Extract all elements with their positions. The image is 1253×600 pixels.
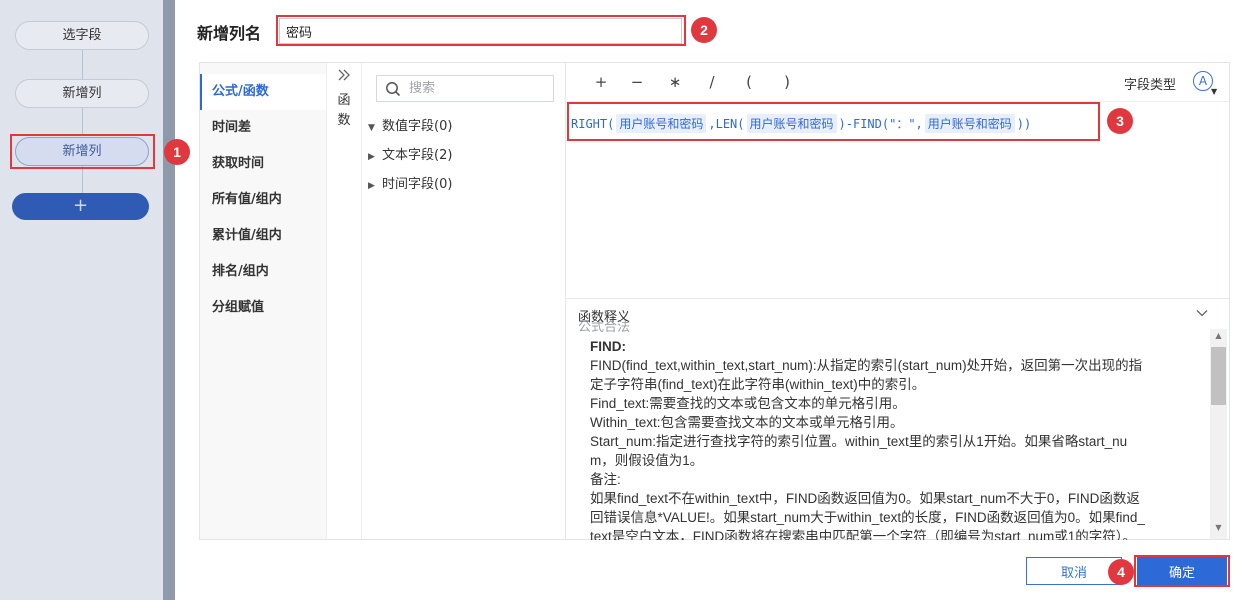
left-paren-button[interactable]: (	[737, 71, 761, 93]
field-search-input[interactable]	[409, 79, 549, 98]
tree-node-time[interactable]: ▶ 时间字段(0)	[368, 174, 452, 196]
scrollbar-thumb[interactable]	[1211, 347, 1226, 405]
add-step-button[interactable]: +	[12, 193, 149, 220]
highlight-box-3	[567, 102, 1100, 141]
annotation-badge-3: 3	[1107, 108, 1133, 134]
tree-node-label: 文本字段(2)	[382, 148, 453, 163]
function-category-list: 公式/函数 时间差 获取时间 所有值/组内 累计值/组内 排名/组内 分组赋值	[200, 63, 327, 539]
operator-toolbar: + − ∗ / ( ) 字段类型 A ▼	[566, 63, 1229, 101]
double-chevron-right-icon[interactable]	[327, 69, 361, 85]
category-cumulative[interactable]: 累计值/组内	[200, 218, 326, 254]
field-type-label: 字段类型	[1124, 78, 1177, 93]
explanation-line: text是空白文本，FIND函数将在搜索串中匹配第一个字符（即编号为start_…	[590, 529, 1137, 540]
caret-right-icon[interactable]: ▶	[368, 175, 382, 197]
highlight-box-2	[276, 15, 686, 46]
flow-connector	[82, 50, 83, 80]
tree-node-label: 时间字段(0)	[382, 177, 453, 192]
right-paren-button[interactable]: )	[775, 71, 799, 93]
field-column: ▼数值字段(0) ▶文本字段(2) ▶时间字段(0)	[362, 63, 566, 539]
category-time-diff[interactable]: 时间差	[200, 110, 326, 146]
step-select-fields[interactable]: 选字段	[15, 21, 149, 50]
field-search-box[interactable]	[376, 75, 554, 102]
annotation-badge-4: 4	[1108, 559, 1134, 585]
function-collapse-label: 函数	[337, 93, 351, 128]
explanation-line: 如果find_text不在within_text中，FIND函数返回值为0。如果…	[590, 491, 1140, 506]
plus-operator-button[interactable]: +	[589, 71, 613, 93]
explanation-line: 备注:	[590, 472, 621, 487]
explanation-line: Find_text:需要查找的文本或包含文本的单元格引用。	[590, 396, 906, 411]
explanation-line: 回错误信息*VALUE!。如果start_num大于within_text的长度…	[590, 510, 1145, 525]
minus-operator-button[interactable]: −	[625, 71, 649, 93]
explanation-line: m，则假设值为1。	[590, 453, 704, 468]
sidebar-divider	[163, 0, 175, 600]
caret-right-icon[interactable]: ▶	[368, 146, 382, 168]
explanation-scrollbar[interactable]: ▲ ▼	[1210, 329, 1227, 539]
category-formula[interactable]: 公式/函数	[200, 74, 326, 110]
caret-down-icon[interactable]: ▼	[368, 117, 382, 139]
column-name-label: 新增列名	[197, 24, 262, 43]
explanation-line: Start_num:指定进行查找字符的索引位置。within_text里的索引从…	[590, 434, 1128, 449]
highlight-box-1	[10, 134, 155, 169]
explanation-line: FIND:	[590, 339, 626, 354]
annotation-badge-2: 2	[691, 17, 717, 43]
category-get-time[interactable]: 获取时间	[200, 146, 326, 182]
category-rank[interactable]: 排名/组内	[200, 254, 326, 290]
flow-connector	[82, 166, 83, 193]
scroll-down-icon[interactable]: ▼	[1210, 523, 1227, 535]
divide-operator-button[interactable]: /	[700, 71, 724, 93]
category-group-assign[interactable]: 分组赋值	[200, 290, 326, 326]
annotation-badge-1: 1	[164, 139, 190, 165]
tree-node-label: 数值字段(0)	[382, 119, 453, 134]
function-collapse-column[interactable]: 函数	[327, 63, 362, 539]
text-type-icon[interactable]: A	[1193, 71, 1213, 91]
multiply-operator-button[interactable]: ∗	[663, 71, 687, 93]
tree-node-numeric[interactable]: ▼ 数值字段(0)	[368, 116, 452, 138]
explanation-line: FIND(find_text,within_text,start_num):从指…	[590, 358, 1143, 373]
chevron-down-icon[interactable]	[1196, 307, 1208, 319]
search-icon	[386, 82, 401, 97]
explanation-line: Within_text:包含需要查找文本的文本或单元格引用。	[590, 415, 904, 430]
category-all-values[interactable]: 所有值/组内	[200, 182, 326, 218]
explanation-text: FIND: FIND(find_text,within_text,start_n…	[590, 337, 1185, 540]
step-add-column-1[interactable]: 新增列	[15, 79, 149, 108]
caret-down-icon[interactable]: ▼	[1211, 87, 1217, 96]
step-sidebar: 选字段 新增列 新增列 +	[0, 0, 163, 600]
flow-connector	[82, 108, 83, 136]
explanation-line: 定子字符串(find_text)在此字符串(within_text)中的索引。	[590, 377, 926, 392]
function-explanation-panel: 函数释义 FIND: FIND(find_text,within_text,st…	[566, 298, 1229, 540]
highlight-box-4	[1134, 555, 1230, 587]
explanation-title: 函数释义	[578, 310, 631, 325]
scroll-up-icon[interactable]: ▲	[1210, 331, 1227, 343]
tree-node-text[interactable]: ▶ 文本字段(2)	[368, 145, 452, 167]
